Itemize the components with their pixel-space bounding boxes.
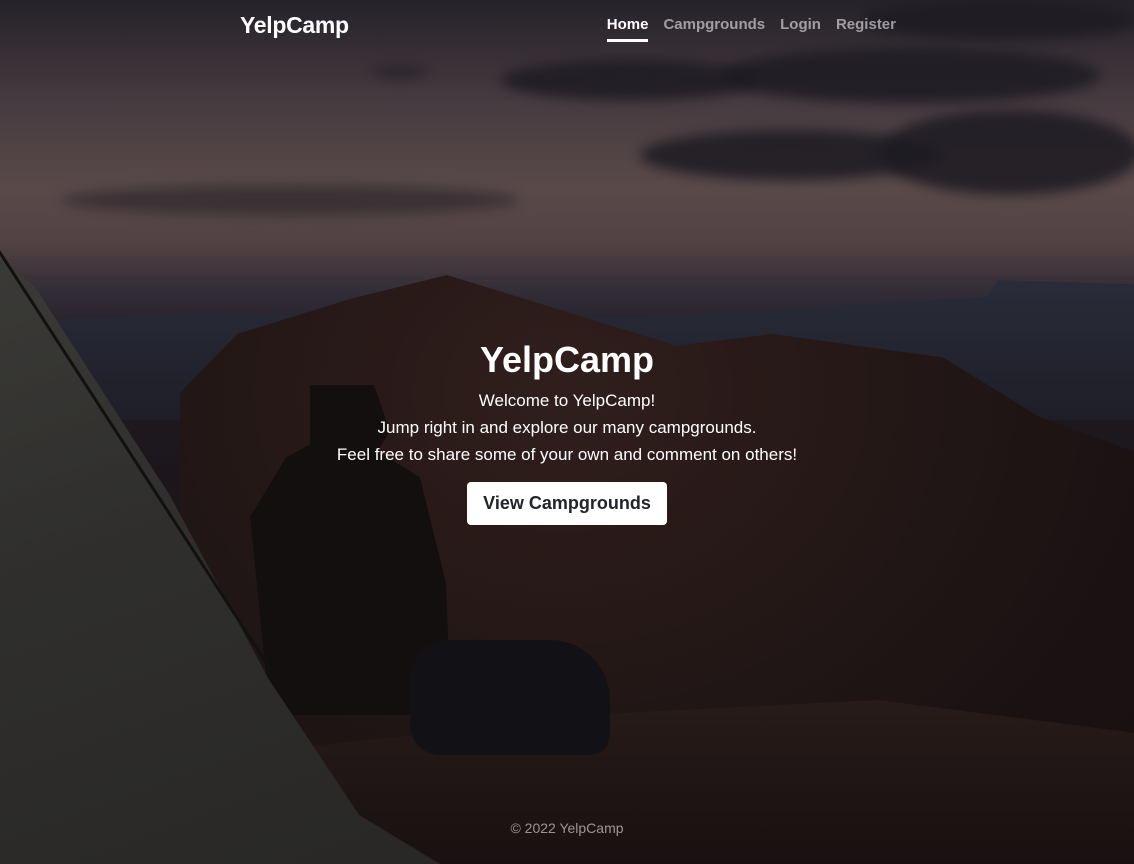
nav-link-home[interactable]: Home: [606, 16, 649, 42]
main-nav: Home Campgrounds Login Register: [606, 16, 896, 42]
hero-section: YelpCamp Welcome to YelpCamp! Jump right…: [0, 338, 1134, 525]
view-campgrounds-button[interactable]: View Campgrounds: [467, 482, 667, 525]
hero-title: YelpCamp: [479, 339, 655, 380]
landing-page: YelpCamp Home Campgrounds Login Register…: [0, 0, 1134, 864]
brand-logo[interactable]: YelpCamp: [240, 12, 349, 39]
hero-share-line: Feel free to share some of your own and …: [336, 445, 798, 464]
site-header: YelpCamp Home Campgrounds Login Register: [240, 0, 896, 52]
hero-explore-line: Jump right in and explore our many campg…: [377, 418, 757, 437]
nav-link-campgrounds[interactable]: Campgrounds: [663, 16, 765, 42]
hero-welcome-line: Welcome to YelpCamp!: [478, 391, 656, 410]
nav-link-register[interactable]: Register: [836, 16, 896, 42]
nav-link-login[interactable]: Login: [780, 16, 821, 42]
hero-description: Welcome to YelpCamp! Jump right in and e…: [0, 387, 1134, 468]
copyright-text: © 2022 YelpCamp: [510, 820, 624, 836]
site-footer: © 2022 YelpCamp: [0, 820, 1134, 836]
